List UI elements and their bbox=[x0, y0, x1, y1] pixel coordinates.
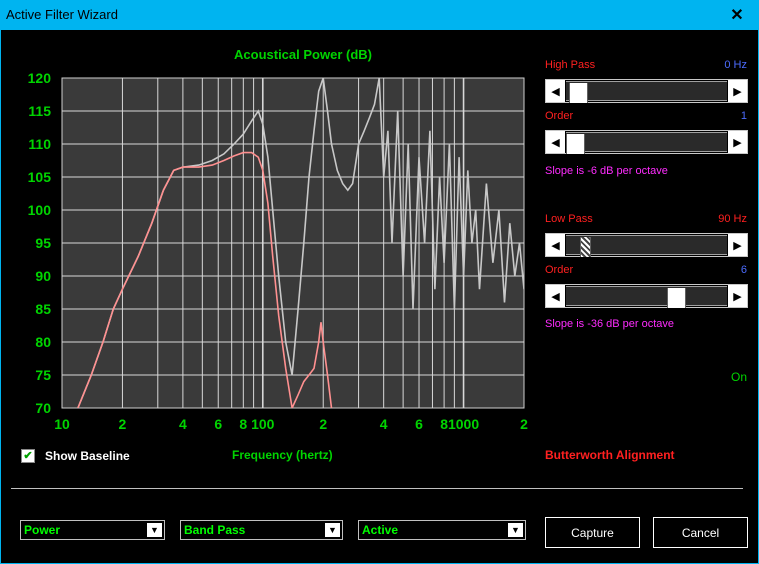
slider-thumb[interactable] bbox=[667, 288, 686, 308]
x-tick-label: 100 bbox=[251, 416, 275, 432]
arrow-left-icon[interactable]: ◀ bbox=[546, 285, 565, 307]
slider-thumb[interactable] bbox=[580, 237, 591, 257]
arrow-right-icon[interactable]: ▶ bbox=[728, 234, 747, 256]
high-pass-label: High Pass bbox=[545, 59, 596, 71]
window-title: Active Filter Wizard bbox=[6, 7, 118, 22]
x-tick-label: 6 bbox=[214, 416, 222, 432]
y-tick-label: 105 bbox=[28, 169, 52, 185]
close-icon[interactable]: ✕ bbox=[715, 0, 759, 30]
y-tick-label: 80 bbox=[35, 334, 51, 350]
x-axis-label: Frequency (hertz) bbox=[232, 448, 333, 462]
y-tick-label: 110 bbox=[28, 136, 51, 152]
slider-thumb[interactable] bbox=[566, 134, 585, 154]
alignment-label: Butterworth Alignment bbox=[545, 448, 675, 462]
chevron-down-icon[interactable]: ▼ bbox=[324, 522, 341, 538]
slider-track[interactable] bbox=[566, 132, 727, 154]
mode-combo[interactable]: Active ▼ bbox=[358, 520, 526, 540]
low-pass-value: 90 Hz bbox=[718, 213, 747, 225]
low-pass-order-label: Order bbox=[545, 264, 574, 276]
power-chart: Acoustical Power (dB) 70 75 80 85 90 95 100 105 1… bbox=[28, 47, 528, 432]
response-combo-value: Power bbox=[24, 523, 61, 537]
filter-type-combo[interactable]: Band Pass ▼ bbox=[180, 520, 343, 540]
arrow-left-icon[interactable]: ◀ bbox=[546, 80, 565, 102]
arrow-right-icon[interactable]: ▶ bbox=[728, 80, 747, 102]
response-combo[interactable]: Power ▼ bbox=[20, 520, 165, 540]
divider bbox=[11, 488, 743, 489]
show-baseline-checkbox[interactable]: ✔ bbox=[21, 449, 35, 463]
mode-combo-value: Active bbox=[362, 523, 399, 537]
chevron-down-icon[interactable]: ▼ bbox=[146, 522, 163, 538]
slider-track[interactable] bbox=[566, 81, 727, 103]
x-tick-label: 2 bbox=[319, 416, 327, 432]
slider-thumb[interactable] bbox=[569, 83, 588, 103]
filter-type-combo-value: Band Pass bbox=[184, 523, 246, 537]
x-tick-label: 6 bbox=[415, 416, 423, 432]
y-tick-label: 120 bbox=[28, 70, 52, 86]
high-pass-value: 0 Hz bbox=[724, 59, 747, 71]
high-pass-order-slider[interactable]: ◀ ▶ bbox=[545, 130, 748, 154]
chevron-down-icon[interactable]: ▼ bbox=[507, 522, 524, 538]
arrow-right-icon[interactable]: ▶ bbox=[728, 285, 747, 307]
low-pass-slider[interactable]: ◀ ▶ bbox=[545, 233, 748, 257]
y-tick-label: 85 bbox=[35, 301, 51, 317]
low-pass-slope-text: Slope is -36 dB per octave bbox=[545, 318, 675, 330]
on-status: On bbox=[730, 370, 747, 384]
x-tick-label: 4 bbox=[380, 416, 388, 432]
y-tick-label: 70 bbox=[35, 400, 51, 416]
low-pass-label: Low Pass bbox=[545, 213, 593, 225]
arrow-left-icon[interactable]: ◀ bbox=[546, 234, 565, 256]
x-tick-label: 10 bbox=[54, 416, 70, 432]
x-tick-label: 2 bbox=[520, 416, 528, 432]
x-tick-label: 4 bbox=[179, 416, 187, 432]
slider-track[interactable] bbox=[566, 286, 727, 308]
y-tick-label: 95 bbox=[35, 235, 51, 251]
check-icon: ✔ bbox=[23, 449, 33, 462]
y-tick-label: 100 bbox=[28, 202, 52, 218]
arrow-left-icon[interactable]: ◀ bbox=[546, 131, 565, 153]
cancel-button[interactable]: Cancel bbox=[653, 517, 748, 548]
low-pass-order-value: 6 bbox=[740, 264, 747, 276]
x-tick-label: 1000 bbox=[448, 416, 479, 432]
arrow-right-icon[interactable]: ▶ bbox=[728, 131, 747, 153]
slider-track[interactable] bbox=[566, 235, 727, 257]
chart-title: Acoustical Power (dB) bbox=[234, 47, 372, 62]
high-pass-slider[interactable]: ◀ ▶ bbox=[545, 79, 748, 103]
high-pass-order-label: Order bbox=[545, 110, 574, 122]
y-tick-label: 90 bbox=[35, 268, 51, 284]
x-tick-label: 8 bbox=[239, 416, 247, 432]
y-tick-label: 75 bbox=[35, 367, 51, 383]
show-baseline-label[interactable]: Show Baseline bbox=[45, 449, 130, 463]
high-pass-order-value: 1 bbox=[740, 110, 747, 122]
title-bar: Active Filter Wizard ✕ bbox=[0, 0, 759, 30]
high-pass-slope-text: Slope is -6 dB per octave bbox=[545, 165, 668, 177]
x-tick-label: 2 bbox=[119, 416, 127, 432]
capture-button[interactable]: Capture bbox=[545, 517, 640, 548]
low-pass-order-slider[interactable]: ◀ ▶ bbox=[545, 284, 748, 308]
y-tick-label: 115 bbox=[28, 103, 51, 119]
